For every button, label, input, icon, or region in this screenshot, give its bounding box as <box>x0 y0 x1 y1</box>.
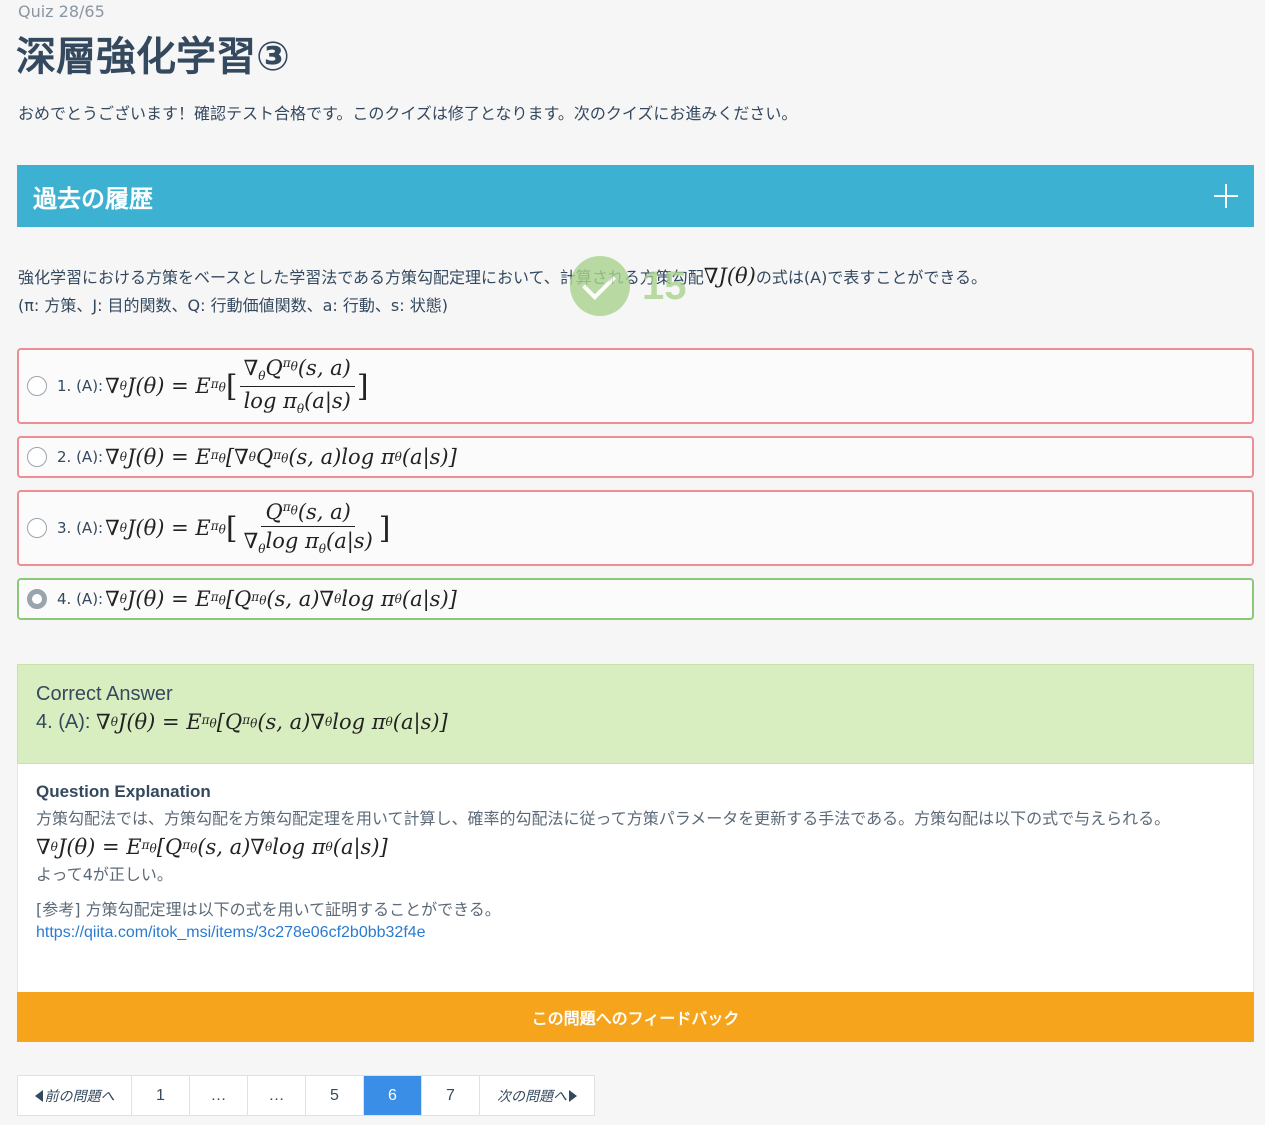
option-formula: ∇ θ J(θ) = Eπθ [∇ θ Qπθ (s, a)log π θ (a|s)] <box>105 445 457 469</box>
history-accordion[interactable]: 過去の履歴 <box>17 165 1254 227</box>
option-3[interactable]: 3. (A): ∇ θ J(θ) = Eπθ[ Qπθ(s, a) ∇θlog πθ(… <box>17 490 1254 566</box>
option-number: 2. (A): <box>57 448 104 466</box>
radio-button[interactable] <box>27 518 47 538</box>
quiz-counter: Quiz 28/65 <box>18 2 105 21</box>
option-2[interactable]: 2. (A): ∇ θ J(θ) = Eπθ [∇ θ Qπθ (s, a)log π θ (a… <box>17 436 1254 478</box>
pagination: 前の問題へ 1 … … 5 6 7 次の問題へ <box>17 1075 595 1116</box>
triangle-left-icon <box>34 1089 43 1102</box>
page-1[interactable]: 1 <box>132 1076 190 1115</box>
page-ellipsis[interactable]: … <box>248 1076 306 1115</box>
next-page-button[interactable]: 次の問題へ <box>480 1076 594 1115</box>
gradient-j-formula: ∇J(θ) <box>703 264 756 288</box>
reference-text: [参考] 方策勾配定理は以下の式を用いて証明することができる。 <box>36 899 501 919</box>
page-5[interactable]: 5 <box>306 1076 364 1115</box>
option-formula: ∇ θ J(θ) = Eπθ[ Qπθ(s, a) ∇θlog πθ(a|s) ] <box>105 499 391 557</box>
correct-answer-title: Correct Answer <box>36 683 173 705</box>
page-title: 深層強化学習③ <box>16 34 290 80</box>
radio-button[interactable] <box>27 589 47 609</box>
page-7[interactable]: 7 <box>422 1076 480 1115</box>
page-ellipsis[interactable]: … <box>190 1076 248 1115</box>
explanation-formula: ∇ θ J(θ) = Eπθ [Q πθ (s, a)∇ θ log π θ (a|s)] <box>36 834 388 859</box>
correct-answer-box: Correct Answer 4. (A): ∇ θ J(θ) = Eπθ [Q πθ(… <box>17 664 1254 764</box>
history-title: 過去の履歴 <box>33 184 153 213</box>
plus-icon[interactable] <box>1214 184 1238 208</box>
congrats-message: おめでとうございます！確認テスト合格です。このクイズは修了となります。次のクイズ… <box>18 104 798 123</box>
score-badge: 15 <box>570 256 687 316</box>
option-formula: ∇ θ J(θ) = Eπθ[ ∇θQπθ(s, a) log πθ(a|s) ] <box>105 356 369 416</box>
explanation-body: 方策勾配法では、方策勾配を方策勾配定理を用いて計算し、確率的勾配法に従って方策パ… <box>36 809 1171 884</box>
question-legend: (π: 方策、J: 目的関数、Q: 行動価値関数、a: 行動、s: 状態) <box>18 296 448 315</box>
option-number: 4. (A): <box>57 590 104 608</box>
explanation-box: Question Explanation 方策勾配法では、方策勾配を方策勾配定理… <box>17 764 1254 992</box>
radio-button[interactable] <box>27 447 47 467</box>
triangle-right-icon <box>569 1089 577 1102</box>
option-number: 3. (A): <box>57 519 104 537</box>
reference-link[interactable]: https://qiita.com/itok_msi/items/3c278e0… <box>36 924 1235 942</box>
correct-formula: ∇ θ J(θ) = Eπθ [Q πθ (s, a)∇ θ log π θ (a|s)] <box>96 710 448 734</box>
option-formula: ∇ θ J(θ) = Eπθ [Q πθ (s, a)∇ θ log π θ (a|s)] <box>105 587 457 611</box>
radio-button[interactable] <box>27 376 47 396</box>
option-1[interactable]: 1. (A): ∇ θ J(θ) = Eπθ[ ∇θQπθ(s, a) log πθ(… <box>17 348 1254 424</box>
page-6-active[interactable]: 6 <box>364 1076 422 1115</box>
explanation-title: Question Explanation <box>36 782 211 801</box>
check-circle-icon <box>570 256 630 316</box>
option-4[interactable]: 4. (A): ∇ θ J(θ) = Eπθ [Q πθ (s, a)∇ θ log π θ (a… <box>17 578 1254 620</box>
feedback-button[interactable]: この問題へのフィードバック <box>17 992 1254 1042</box>
score-number: 15 <box>642 263 687 308</box>
prev-page-button[interactable]: 前の問題へ <box>18 1076 132 1115</box>
correct-answer: 4. (A): ∇ θ J(θ) = Eπθ [Q πθ (s, a)∇ θ log π θ (a… <box>36 710 448 734</box>
option-number: 1. (A): <box>57 377 104 395</box>
